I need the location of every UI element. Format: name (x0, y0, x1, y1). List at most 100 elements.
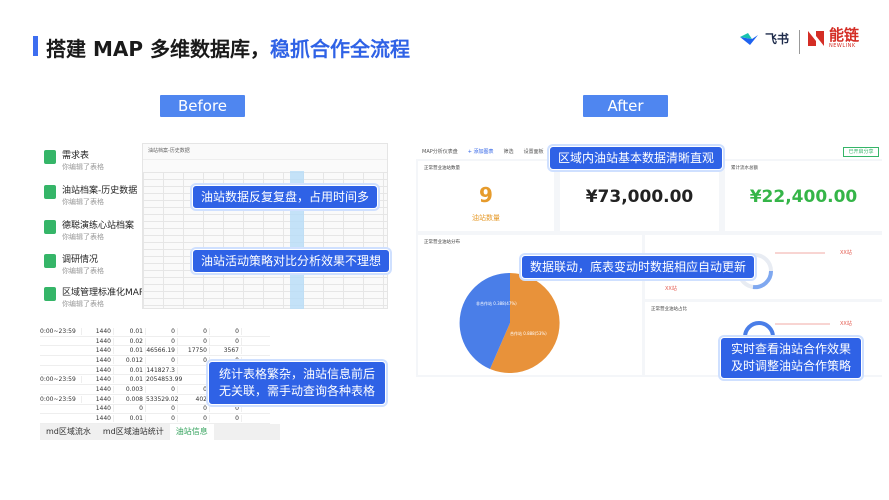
tab-region-stats[interactable]: md区域油站统计 (97, 424, 170, 440)
sheet-title: 油站档案-历史数据 (143, 144, 387, 160)
table-cell: 17750 (178, 347, 210, 355)
spreadsheet-preview: 油站档案-历史数据 (142, 143, 388, 309)
card-label: 累计流水总额 (731, 166, 758, 171)
feishu-bird-icon (740, 32, 758, 45)
table-cell: 46566.19 (146, 347, 178, 355)
newlink-logo-text: 能链 (829, 26, 860, 44)
share-button[interactable]: 已开启分享 (843, 147, 879, 157)
table-cell: 0 (178, 405, 210, 413)
sheet-icon (44, 254, 56, 268)
table-cell: 0.003 (114, 385, 146, 393)
page-title: 搭建 MAP 多维数据库，稳抓合作全流程 (46, 33, 410, 62)
table-row: 1440 0.01 0 0 0 (40, 414, 270, 424)
tab-station-info[interactable]: 油站信息 (169, 424, 214, 440)
title-main-text: 搭建 MAP 多维数据库， (46, 37, 270, 61)
callout-line: 无关联，需手动查询各种表格 (219, 384, 376, 398)
table-cell: 0 (210, 337, 242, 345)
station-count-card: 正常营业油站数量 9 油站数量 (418, 161, 554, 231)
title-highlight-text: 稳抓合作全流程 (269, 37, 410, 61)
newlink-n-icon (808, 31, 824, 46)
xx-station-label: XX站 (665, 286, 677, 292)
before-callout-3: 统计表格繁杂，油站信息前后 无关联，需手动查询各种表格 (208, 361, 387, 405)
table-cell: 0.01 (114, 366, 146, 374)
table-cell: 0 (114, 405, 146, 413)
table-cell: 141827.3 (146, 366, 178, 374)
table-cell: 1440 (82, 395, 114, 403)
table-cell: 1440 (82, 337, 114, 345)
after-callout-2: 数据联动，底表变动时数据相应自动更新 (521, 255, 756, 279)
sheet-icon (44, 185, 56, 199)
table-cell: 0.01 (114, 415, 146, 423)
table-row: 1440 0.01 46566.19 17750 3567 (40, 346, 270, 357)
before-tag: Before (160, 95, 245, 117)
table-row: 1440 0 0 0 0 (40, 405, 270, 415)
table-cell: 0 (210, 415, 242, 423)
after-callout-3: 实时查看油站合作效果 及时调整油站合作策略 (720, 337, 863, 379)
table-cell: 0.01 (114, 327, 146, 335)
doc-subtitle: 你编辑了表格 (62, 267, 104, 275)
table-cell: 1440 (82, 376, 114, 384)
table-row: 1440 0.02 0 0 0 (40, 337, 270, 347)
doc-subtitle: 你编辑了表格 (62, 233, 104, 241)
amount-card-2: 累计流水总额 ¥22,400.00 (725, 161, 882, 231)
table-cell: 3567 (210, 347, 242, 355)
doc-name: 需求表 (62, 151, 90, 161)
table-cell: 533529.02 (146, 395, 179, 403)
table-cell: 1440 (82, 385, 114, 393)
doc-item-requirements[interactable]: 需求表 你编辑了表格 (44, 148, 134, 188)
doc-item-history[interactable]: 油站档案-历史数据 你编辑了表格 (44, 183, 137, 223)
amount-card-1: ¥73,000.00 (560, 161, 719, 231)
doc-subtitle: 你编辑了表格 (62, 300, 104, 308)
table-cell: 0.01 (114, 347, 146, 355)
table-cell: 0.012 (114, 356, 146, 364)
tab-region-flow[interactable]: md区域流水 (40, 424, 97, 440)
feishu-logo: 飞书 (738, 30, 789, 47)
table-cell: 0 (146, 415, 178, 423)
xx-station-label: XX站 (840, 321, 852, 327)
amount-value-2: ¥22,400.00 (749, 187, 858, 207)
table-cell: 0 (146, 405, 178, 413)
callout-line: 统计表格繁杂，油站信息前后 (219, 367, 376, 381)
doc-subtitle: 你编辑了表格 (62, 198, 104, 206)
station-count-label: 油站数量 (472, 214, 500, 222)
table-cell: 0 (178, 385, 210, 393)
table-cell: 1440 (82, 327, 114, 335)
table-cell: 1440 (82, 415, 114, 423)
newlink-logo: 能链 NEWLINK (806, 27, 859, 49)
sheet-tabs: md区域流水 md区域油站统计 油站信息 (40, 424, 280, 440)
callout-line: 及时调整油站合作策略 (731, 359, 852, 373)
table-cell: 0 (210, 327, 242, 335)
table-cell: 0.02 (114, 337, 146, 345)
table-cell: 0.01 (114, 376, 146, 384)
table-cell: 0 (146, 385, 178, 393)
doc-item-map[interactable]: 区域管理标准化MAP 你编辑了表格 (44, 285, 144, 325)
pie-label-a: 非合作站 0.388(47%) (476, 300, 517, 306)
amount-value-1: ¥73,000.00 (585, 187, 694, 207)
doc-subtitle: 你编辑了表格 (62, 163, 104, 171)
table-cell: 0 (146, 356, 178, 364)
logo-divider (799, 30, 800, 54)
doc-name: 德聪演练心站档案 (62, 221, 135, 231)
settings-button[interactable]: 设置面板 (524, 148, 544, 156)
table-cell: 0:00~23:59 (40, 376, 82, 384)
filter-button[interactable]: 筛选 (504, 148, 514, 156)
add-chart-button[interactable]: + 添加图表 (468, 148, 494, 156)
table-cell: 0:00~23:59 (40, 395, 82, 403)
table-cell: 1440 (82, 347, 114, 355)
feishu-logo-text: 飞书 (765, 32, 790, 46)
table-cell: 0 (178, 337, 210, 345)
table-cell: 1440 (82, 366, 114, 374)
before-callout-1: 油站数据反复复盘，占用时间多 (192, 185, 379, 209)
callout-line: 实时查看油站合作效果 (731, 342, 852, 356)
table-cell: 0.008 (114, 395, 146, 403)
table-row: 0:00~23:59 1440 0.01 0 0 0 (40, 327, 270, 337)
table-cell: 1440 (82, 356, 114, 364)
dashboard-name: MAP分析仪表盘 (422, 149, 458, 155)
sheet-icon (44, 287, 56, 301)
table-cell: 0 (146, 327, 178, 335)
after-callout-1: 区域内油站基本数据清晰直观 (549, 146, 724, 170)
newlink-logo-subtext: NEWLINK (829, 43, 856, 49)
table-cell: 0 (146, 337, 178, 345)
card-label: 正常营业油站数量 (424, 166, 460, 171)
table-cell: 0 (178, 327, 210, 335)
